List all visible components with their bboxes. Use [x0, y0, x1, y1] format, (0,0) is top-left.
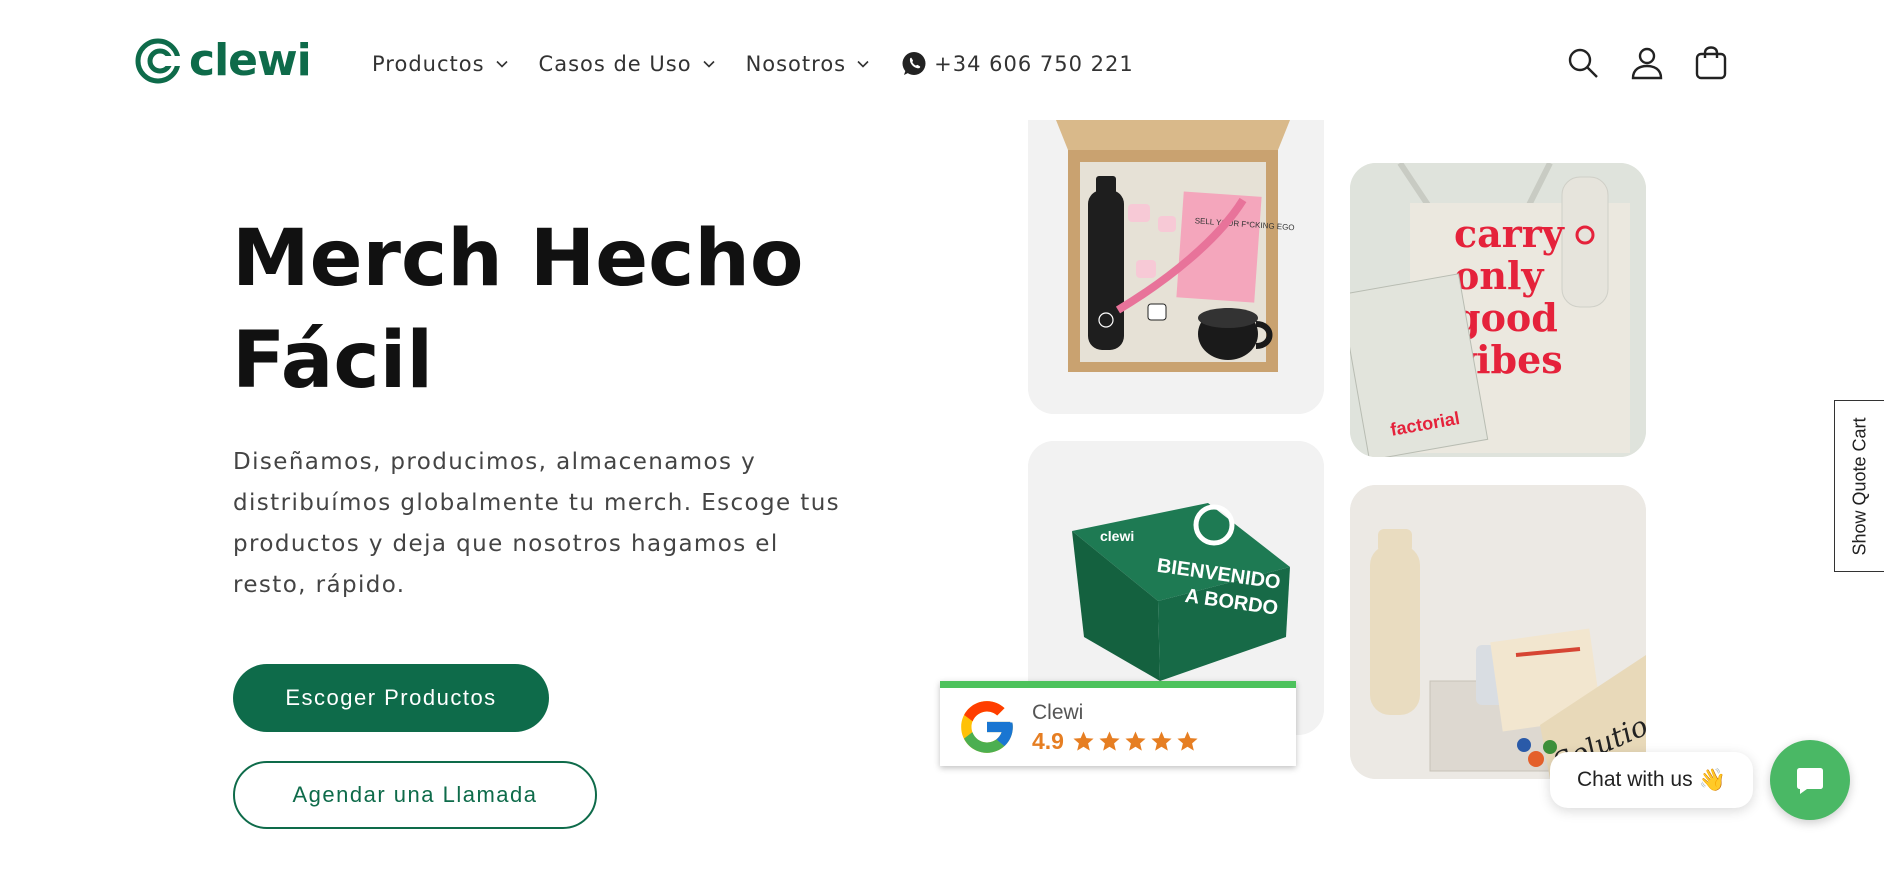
star-icon: [1177, 730, 1198, 751]
google-review-badge[interactable]: Clewi 4.9: [940, 681, 1296, 766]
chevron-down-icon: [495, 60, 508, 68]
logo[interactable]: clewi: [135, 35, 312, 86]
tote-text-line3: good: [1454, 295, 1558, 340]
star-icon: [1151, 730, 1172, 751]
choose-products-button[interactable]: Escoger Productos: [233, 664, 549, 732]
hero-description: Diseñamos, producimos, almacenamos y dis…: [233, 449, 841, 598]
nav-item-casos-de-uso[interactable]: Casos de Uso: [539, 52, 716, 76]
star-icon: [1099, 730, 1120, 751]
star-icon: [1125, 730, 1146, 751]
account-icon[interactable]: [1630, 46, 1664, 80]
tote-text-line1: carry: [1454, 211, 1565, 256]
search-icon[interactable]: [1566, 46, 1600, 80]
product-image-tote-bag: carry only good vibes factorial: [1350, 163, 1646, 457]
star-icon: [1073, 730, 1094, 751]
hero-title-line1: Merch Hecho: [232, 214, 804, 304]
hero-title-line2: Fácil: [232, 316, 434, 406]
chevron-down-icon: [702, 60, 715, 68]
quote-cart-label: Show Quote Cart: [1850, 416, 1871, 556]
product-image-solutio-kit: Solutio: [1350, 485, 1646, 779]
whatsapp-icon: [902, 52, 926, 75]
logo-text: clewi: [189, 35, 312, 86]
review-text: Clewi 4.9: [1032, 700, 1202, 755]
welcome-box-brand: clewi: [1100, 528, 1134, 544]
review-rating-row: 4.9: [1032, 728, 1202, 755]
review-business-name: Clewi: [1032, 700, 1084, 724]
chat-prompt-bubble[interactable]: Chat with us 👋: [1550, 752, 1753, 808]
main-nav: Productos Casos de Uso Nosotros +34 606 …: [372, 50, 1134, 78]
product-image-merch-box: SELL YOUR F*CKING EGO: [1028, 120, 1324, 414]
review-score: 4.9: [1032, 727, 1064, 754]
hero-title: Merch Hecho Fácil: [232, 208, 892, 412]
schedule-call-button[interactable]: Agendar una Llamada: [233, 761, 597, 829]
google-icon: [961, 701, 1013, 753]
chat-icon: [1797, 768, 1823, 794]
solutio-kit-illustration: Solutio: [1350, 485, 1646, 779]
phone-number: +34 606 750 221: [934, 52, 1134, 76]
nav-item-nosotros[interactable]: Nosotros: [746, 52, 871, 76]
tote-text-line2: only: [1454, 253, 1544, 298]
quote-cart-tab[interactable]: Show Quote Cart: [1834, 400, 1884, 572]
tote-bag-illustration: carry only good vibes factorial: [1350, 163, 1646, 457]
nav-item-productos[interactable]: Productos: [372, 52, 509, 76]
phone-link[interactable]: +34 606 750 221: [900, 50, 1134, 78]
nav-item-label: Productos: [372, 52, 485, 76]
chat-launcher-button[interactable]: [1770, 740, 1850, 820]
site-header: clewi Productos Casos de Uso Nosotros +3…: [0, 0, 1884, 128]
header-icons: [1566, 46, 1758, 80]
clewi-logo-icon: [135, 38, 181, 84]
merch-box-illustration: SELL YOUR F*CKING EGO: [1028, 120, 1324, 414]
nav-item-label: Casos de Uso: [538, 52, 692, 76]
chat-prompt-label: Chat with us: [1577, 768, 1693, 791]
waving-hand-icon: 👋: [1698, 767, 1726, 792]
nav-item-label: Nosotros: [745, 52, 847, 76]
cart-icon[interactable]: [1694, 46, 1728, 80]
chevron-down-icon: [857, 60, 869, 68]
